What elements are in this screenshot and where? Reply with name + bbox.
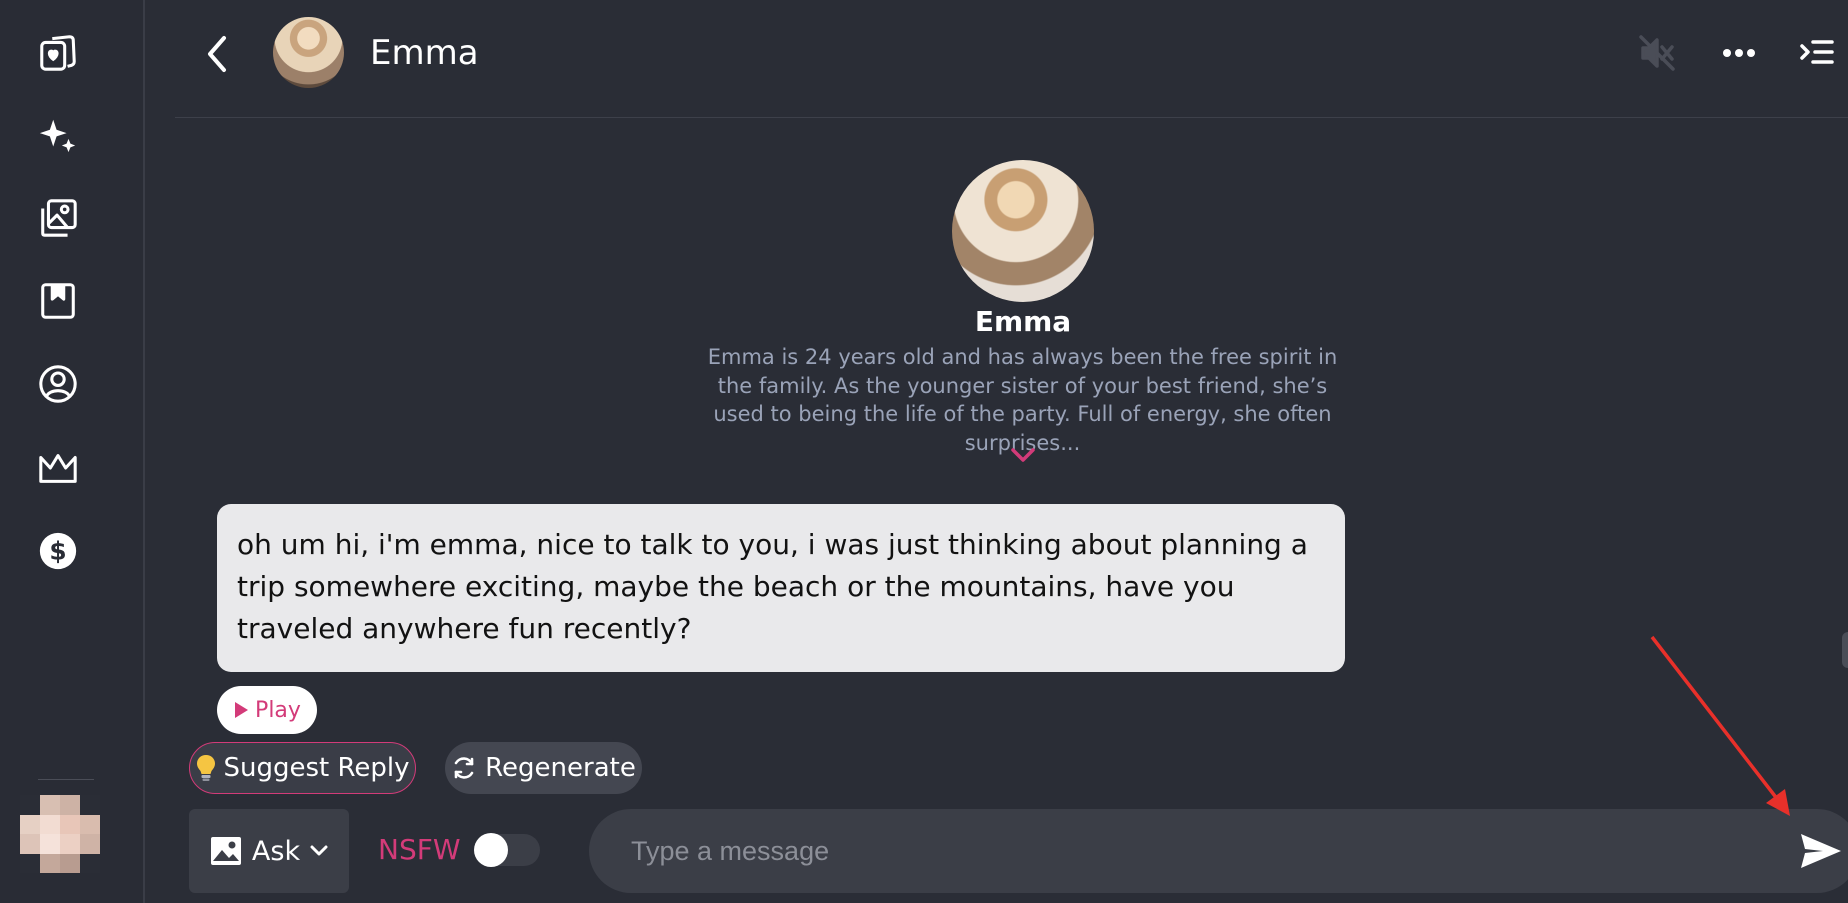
cards-heart-icon[interactable] (36, 30, 80, 74)
message-text: oh um hi, i'm emma, nice to talk to you,… (237, 528, 1308, 645)
profile-avatar (952, 160, 1094, 302)
nsfw-toggle[interactable] (474, 833, 540, 867)
send-button[interactable] (1799, 831, 1843, 871)
message-input[interactable] (631, 827, 1731, 875)
gallery-icon[interactable] (36, 196, 80, 240)
suggest-reply-label: Suggest Reply (223, 753, 410, 783)
play-label: Play (255, 697, 301, 723)
muted-speaker-icon[interactable] (1638, 34, 1676, 72)
ask-label: Ask (251, 835, 301, 867)
back-icon[interactable] (197, 30, 237, 78)
lightbulb-icon (196, 755, 215, 781)
user-avatar[interactable] (20, 795, 100, 873)
chevron-down-icon (310, 845, 328, 856)
sidebar: $ (0, 0, 145, 903)
menu-icon[interactable] (1798, 34, 1836, 72)
play-icon (235, 702, 249, 718)
character-message-bubble: oh um hi, i'm emma, nice to talk to you,… (217, 504, 1345, 672)
refresh-icon (454, 757, 474, 779)
dollar-icon[interactable]: $ (36, 529, 80, 573)
regenerate-button[interactable]: Regenerate (445, 742, 642, 794)
suggest-reply-button[interactable]: Suggest Reply (189, 742, 416, 794)
ask-image-dropdown[interactable]: Ask (189, 809, 349, 893)
more-icon[interactable] (1720, 34, 1758, 72)
nsfw-label: NSFW (378, 833, 461, 866)
header-character-name: Emma (370, 33, 479, 73)
send-icon (1801, 834, 1841, 868)
sidebar-divider (38, 779, 94, 780)
scroll-handle[interactable] (1842, 632, 1848, 668)
play-button[interactable]: Play (217, 686, 317, 734)
profile-icon[interactable] (36, 362, 80, 406)
header-avatar[interactable] (273, 17, 344, 88)
sparkles-icon[interactable] (36, 113, 80, 157)
chat-header: Emma (175, 0, 1848, 118)
image-icon (210, 837, 241, 865)
toggle-knob (474, 833, 508, 867)
profile-name: Emma (974, 305, 1072, 338)
profile-description: Emma is 24 years old and has always been… (707, 345, 1338, 455)
svg-text:$: $ (49, 537, 66, 566)
crown-icon[interactable] (36, 446, 80, 490)
chevron-down-icon[interactable] (1008, 444, 1038, 466)
regenerate-label: Regenerate (485, 753, 636, 783)
message-input-container (589, 809, 1848, 893)
